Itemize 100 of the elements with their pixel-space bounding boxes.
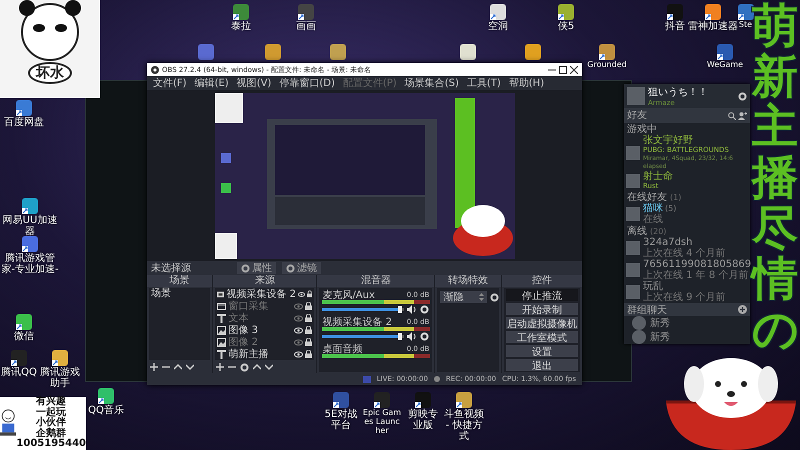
app-tile-icon[interactable] — [717, 44, 733, 60]
group-name[interactable]: 新秀 — [650, 332, 670, 342]
app-tile-icon[interactable] — [705, 4, 721, 20]
app-tile-icon[interactable] — [298, 4, 314, 20]
app-tile-icon[interactable] — [525, 44, 541, 60]
lock-icon[interactable] — [305, 314, 312, 322]
friend-status: 上次在线 4 个月前 — [643, 248, 727, 259]
source-item[interactable]: 图像 2 — [228, 335, 292, 349]
live-indicator-icon — [362, 376, 371, 382]
app-tile-icon[interactable] — [667, 4, 683, 20]
up-icon[interactable] — [174, 363, 182, 371]
app-tile-icon[interactable] — [558, 4, 574, 20]
menu-item[interactable]: 视图(V) — [236, 76, 272, 90]
app-tile-icon[interactable] — [16, 314, 32, 330]
app-tile-icon[interactable] — [11, 350, 27, 366]
add-icon[interactable] — [738, 305, 747, 314]
app-tile-icon[interactable] — [738, 4, 754, 20]
source-item[interactable]: 视频采集设备 2 — [226, 287, 296, 301]
search-icon[interactable] — [728, 112, 736, 120]
lock-icon[interactable] — [305, 338, 312, 346]
lock-icon[interactable] — [305, 302, 312, 310]
control-button[interactable]: 开始录制 — [506, 303, 578, 315]
up-icon[interactable] — [253, 363, 262, 371]
app-tile-icon[interactable] — [22, 236, 38, 252]
scene-item[interactable]: 场景 — [149, 288, 210, 300]
friends-search-field[interactable]: 好友 — [627, 110, 726, 121]
image-icon — [217, 338, 226, 346]
icon-label: 网易UU加速器 — [2, 215, 58, 237]
down-icon[interactable] — [186, 363, 194, 371]
menu-item[interactable]: 工具(T) — [466, 76, 501, 90]
menu-item[interactable]: 帮助(H) — [508, 76, 544, 90]
app-tile-icon[interactable] — [456, 392, 472, 408]
menu-item[interactable]: 停靠窗口(D) — [279, 76, 335, 90]
app-tile-icon[interactable] — [198, 44, 214, 60]
app-tile-icon[interactable] — [98, 388, 114, 404]
slider-thumb[interactable] — [398, 332, 402, 340]
app-tile-icon[interactable] — [16, 100, 32, 116]
source-item[interactable]: 图像 3 — [228, 323, 292, 337]
friend-name[interactable]: 射士命 — [643, 171, 748, 182]
app-tile-icon[interactable] — [415, 392, 431, 408]
stream-title: 萌新主播尽情の — [752, 0, 798, 354]
menu-item[interactable]: 编辑(E) — [194, 76, 229, 90]
icon-label: 泰拉 — [231, 21, 251, 32]
app-tile-icon[interactable] — [333, 392, 349, 408]
app-tile-icon[interactable] — [460, 44, 476, 60]
control-button[interactable]: 启动虚拟摄像机 — [506, 317, 578, 329]
transition-select[interactable]: 渐隐 — [440, 291, 487, 303]
friend-name[interactable]: 张文宇好野 — [643, 135, 748, 146]
app-tile-icon[interactable] — [490, 4, 506, 20]
channel-name: 视频采集设备 2 — [322, 316, 392, 328]
filters-button[interactable]: 滤镜 — [282, 262, 321, 274]
avatar-placeholder — [626, 146, 640, 160]
sticker-text: 1005195440 — [16, 439, 86, 450]
maximize-icon[interactable] — [559, 66, 567, 74]
menu-item[interactable]: 场景集合(S) — [404, 76, 459, 90]
app-tile-icon[interactable] — [265, 44, 281, 60]
speaker-icon[interactable] — [407, 332, 418, 340]
source-item[interactable]: 萌新主播 — [228, 347, 292, 361]
gear-icon[interactable] — [490, 292, 499, 302]
lock-icon[interactable] — [306, 290, 312, 298]
gear-icon[interactable] — [738, 92, 747, 100]
avatar-placeholder — [626, 174, 640, 188]
channel-name: 桌面音频 — [322, 342, 362, 356]
lock-icon[interactable] — [305, 326, 312, 334]
source-item[interactable]: 窗口采集 — [228, 299, 292, 313]
speaker-icon[interactable] — [407, 304, 418, 314]
app-tile-icon[interactable] — [22, 198, 38, 214]
control-button[interactable]: 停止推流 — [506, 289, 578, 301]
app-tile-icon[interactable] — [52, 350, 68, 366]
menu-item[interactable]: 文件(F) — [153, 76, 187, 90]
slider-thumb[interactable] — [398, 306, 402, 312]
friend-name[interactable]: 76561199081805869 — [643, 259, 748, 270]
dock-title: 场景 — [147, 275, 212, 287]
friend-name[interactable]: 324a7dsh — [643, 237, 748, 248]
app-tile-icon[interactable] — [330, 44, 346, 60]
app-tile-icon[interactable] — [599, 44, 615, 60]
section-title: 在线好友 — [627, 190, 667, 203]
sticker-caption: 坏水 — [28, 62, 72, 84]
control-button[interactable]: 设置 — [506, 345, 578, 357]
gear-icon[interactable] — [240, 362, 250, 372]
control-button[interactable]: 退出 — [506, 359, 578, 371]
app-tile-icon[interactable] — [233, 4, 249, 20]
friend-name[interactable]: 玩乱 — [643, 281, 748, 292]
icon-label: 侠5 — [558, 21, 574, 32]
icon-label: 5E对战平台 — [324, 409, 358, 431]
friend-name[interactable]: 猫咪 — [643, 203, 663, 214]
group-name[interactable]: 新秀 — [650, 318, 670, 328]
person-add-icon[interactable] — [738, 112, 747, 120]
properties-button[interactable]: 属性 — [237, 262, 276, 274]
search-bar[interactable]: 好友 — [624, 108, 750, 123]
spinner-icon[interactable] — [478, 293, 484, 301]
icon-label: 微信 — [14, 331, 34, 342]
channel-name: 麦克风/Aux — [322, 288, 375, 302]
close-icon[interactable] — [570, 66, 578, 74]
down-icon[interactable] — [265, 363, 274, 371]
icon-label: WeGame — [706, 61, 744, 70]
app-tile-icon[interactable] — [374, 392, 390, 408]
lock-icon[interactable] — [305, 350, 312, 358]
source-item[interactable]: 文本 — [228, 311, 292, 325]
control-button[interactable]: 工作室模式 — [506, 331, 578, 343]
